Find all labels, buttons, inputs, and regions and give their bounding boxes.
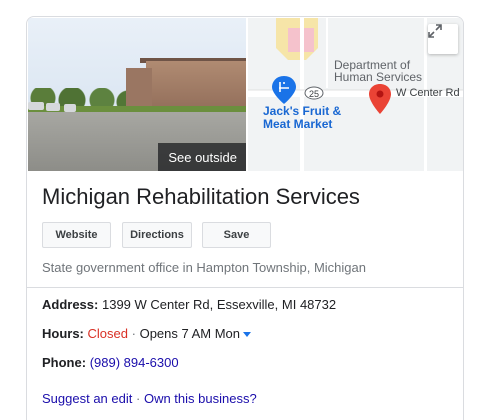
- photo-car: [46, 103, 60, 111]
- address-label: Address:: [42, 297, 99, 312]
- hours-label: Hours:: [42, 326, 84, 341]
- own-business-link[interactable]: Own this business?: [144, 391, 257, 406]
- map-label-poi: Jack's Fruit & Meat Market: [263, 104, 342, 131]
- hours-status: Closed: [87, 326, 128, 341]
- phone-link[interactable]: (989) 894-6300: [90, 355, 179, 370]
- address-value[interactable]: 1399 W Center Rd, Essexville, MI 48732: [102, 297, 336, 312]
- website-button[interactable]: Website: [42, 222, 111, 248]
- save-button[interactable]: Save: [202, 222, 271, 248]
- address-row: Address: 1399 W Center Rd, Essexville, M…: [42, 297, 336, 312]
- footer-separator: ·: [135, 391, 141, 406]
- see-outside-button[interactable]: See outside: [158, 143, 246, 171]
- phone-label: Phone:: [42, 355, 87, 370]
- hours-row: Hours: Closed · Opens 7 AM Mon: [42, 326, 252, 341]
- phone-row: Phone: (989) 894-6300: [42, 355, 179, 370]
- hours-separator: ·: [131, 326, 136, 341]
- footer-links: Suggest an edit · Own this business?: [42, 391, 257, 406]
- hours-next-open[interactable]: Opens 7 AM Mon: [140, 326, 240, 341]
- photo-car: [28, 102, 44, 110]
- chevron-down-icon[interactable]: [243, 332, 252, 338]
- suggest-edit-link[interactable]: Suggest an edit: [42, 391, 132, 406]
- directions-button[interactable]: Directions: [122, 222, 192, 248]
- photo-car: [64, 104, 76, 112]
- business-category: State government office in Hampton Towns…: [42, 260, 366, 275]
- map-thumbnail[interactable]: 25 Department of Human Services W Center…: [248, 18, 463, 171]
- road-shield: 25: [309, 89, 319, 99]
- map-label-department: Department of Human Services: [334, 58, 423, 84]
- section-divider: [27, 287, 463, 288]
- expand-map-button[interactable]: [428, 24, 458, 54]
- map-label-road: W Center Rd: [396, 87, 460, 99]
- knowledge-panel: See outside 25 Department of Human Servi…: [26, 16, 464, 420]
- business-name: Michigan Rehabilitation Services: [42, 184, 360, 209]
- expand-icon: [428, 24, 442, 38]
- street-view-photo[interactable]: See outside: [28, 18, 246, 171]
